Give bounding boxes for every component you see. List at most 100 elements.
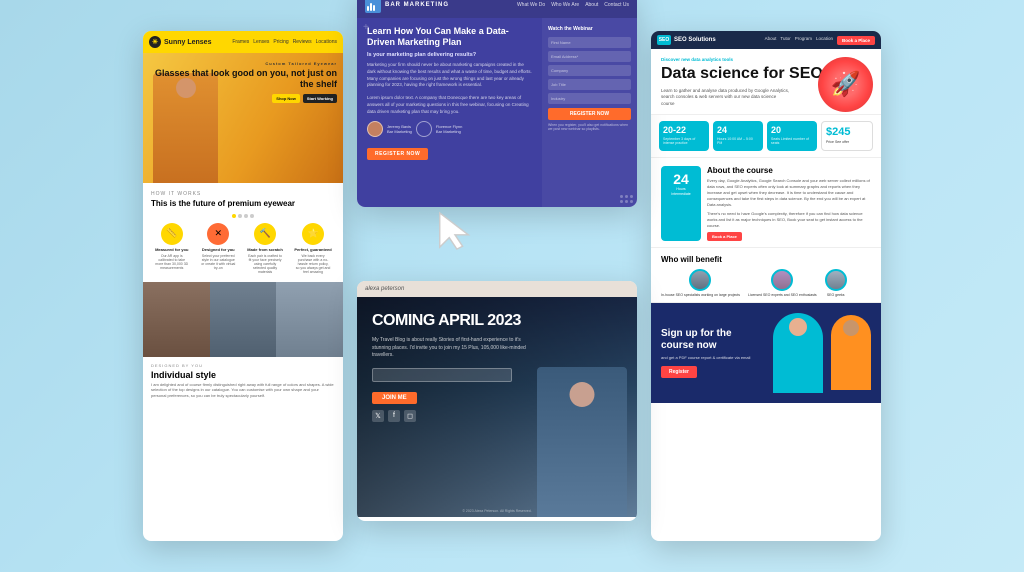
p4-logo-text: SEO Solutions (674, 37, 716, 43)
cursor-icon (437, 211, 472, 251)
p4-about-text: About the course Every day, Google Analy… (707, 166, 871, 241)
p3-headline: COMING APRIL 2023 (372, 312, 622, 330)
p2-nav-who[interactable]: Who We Are (551, 2, 579, 8)
p2-logo-text: BAR MARKETING (385, 2, 449, 8)
p1-start-btn[interactable]: Start Working (303, 94, 337, 103)
p1-photo-1 (143, 282, 210, 357)
p4-benefit-label-3: SEO geeks (827, 293, 845, 297)
cursor-gap (357, 207, 637, 221)
p1-nav-frames[interactable]: Frames (232, 39, 249, 45)
p4-nav-program[interactable]: Program (795, 36, 812, 45)
p4-nav-tutor[interactable]: Tutor (780, 36, 790, 45)
p4-about-unit: Hours (667, 187, 695, 191)
p4-stat-hours-value: 24 (717, 126, 759, 135)
p4-signup-person1 (773, 313, 823, 393)
p2-dot-deco-4 (620, 200, 623, 203)
p2-field-company[interactable]: Company (548, 65, 631, 76)
p2-headline: Learn How You Can Make a Data-Driven Mar… (367, 26, 532, 49)
p3-join-btn[interactable]: JOIN ME (372, 392, 417, 404)
p4-logo: SEO SEO Solutions (657, 35, 716, 45)
p4-nav-about[interactable]: About (765, 36, 777, 45)
p4-rocket-icon: 🚀 (818, 57, 873, 112)
p4-about-title: About the course (707, 166, 871, 175)
p2-submit-btn[interactable]: REGISTER NOW (548, 108, 631, 120)
p2-speaker1-title: Bar Marketing (387, 129, 412, 134)
p1-individual-text: I am delighted and of course firmly dist… (151, 382, 335, 399)
p4-stat-seats: 20 Seats Limited number of seats (767, 121, 817, 151)
p3-body: COMING APRIL 2023 My Travel Blog is abou… (357, 297, 637, 517)
p2-field-email[interactable]: Email Address* (548, 51, 631, 62)
p1-nav-lenses[interactable]: Lenses (253, 39, 269, 45)
p1-header: ☀ Sunny Lenses Frames Lenses Pricing Rev… (143, 31, 343, 53)
p2-field-firstname[interactable]: First Name (548, 37, 631, 48)
p4-nav-book-btn[interactable]: Book a Place (837, 36, 875, 45)
p3-author: alexa peterson (365, 286, 404, 292)
p1-made-icon: 🔨 (254, 223, 276, 245)
p1-nav-pricing[interactable]: Pricing (273, 39, 288, 45)
p4-benefit-avatar-1 (689, 269, 711, 291)
p1-measured-desc: Our AR app is calibrated to take more th… (154, 254, 189, 270)
p4-benefit-items: In-house SEO specialists working on larg… (661, 269, 871, 297)
p4-stats: 20-22 September 3 days of intense practi… (651, 115, 881, 158)
p2-speaker2-avatar (416, 121, 432, 137)
p1-nav-reviews[interactable]: Reviews (293, 39, 312, 45)
p2-nav-about[interactable]: About (585, 2, 598, 8)
p4-signup-person2 (831, 315, 871, 390)
p1-howitworks-label: HOW IT WORKS (151, 191, 335, 197)
p1-dot-4 (250, 214, 254, 218)
p1-designed-by: DESIGNED BY YOU (151, 363, 335, 368)
p4-person2-body (831, 315, 871, 390)
p4-signup-title: Sign up for the course now (661, 328, 765, 352)
p2-field-industry[interactable]: Industry (548, 93, 631, 104)
p4-stat-price-label: Price See offer (826, 140, 868, 145)
p2-nav-what[interactable]: What We Do (517, 2, 545, 8)
p4-about: 24 Hours Intermediate About the course E… (651, 158, 881, 248)
panel-bar-marketing: BAR MARKETING What We Do Who We Are Abou… (357, 0, 637, 207)
p4-signup-btn[interactable]: Register (661, 366, 697, 378)
p2-plus-deco: + (363, 22, 369, 33)
p3-footer: © 2023 Alexa Peterson. All Rights Reserv… (357, 509, 637, 513)
panel-sunny-lenses: ☀ Sunny Lenses Frames Lenses Pricing Rev… (143, 31, 343, 541)
p1-made-label: Made from scratch (247, 247, 283, 252)
p3-email-input[interactable] (372, 368, 512, 382)
p2-speaker1-avatar (367, 121, 383, 137)
p2-dot-deco-3 (630, 195, 633, 198)
p1-howitworks-section: HOW IT WORKS This is the future of premi… (143, 183, 343, 282)
p4-person2-head (843, 320, 859, 336)
p2-body-text: Marketing your firm should never be abou… (367, 62, 532, 89)
p2-nav-contact[interactable]: Contact Us (604, 2, 629, 8)
p3-facebook-icon[interactable]: f (388, 410, 400, 422)
p4-stat-price: $245 Price See offer (821, 121, 873, 151)
mid-stack: BAR MARKETING What We Do Who We Are Abou… (357, 52, 637, 521)
p2-speaker2-title: Bar Marketing (436, 129, 462, 134)
p4-benefit-item-2: Licensed SEO experts and SEO enthusiasts (748, 269, 817, 297)
p1-icons-row: 📏 Measured for you Our AR app is calibra… (151, 223, 335, 274)
p1-individual-title: Individual style (151, 370, 335, 380)
p1-shop-btn[interactable]: Shop Now (272, 94, 300, 103)
p1-designed-icon: ✕ (207, 223, 229, 245)
p1-designed-label: Designed for you (202, 247, 235, 252)
p1-dot-3 (244, 214, 248, 218)
p2-watch-label: Watch the Webinar (548, 26, 631, 32)
p1-individual: DESIGNED BY YOU Individual style I am de… (143, 357, 343, 405)
p4-nav-location[interactable]: Location (816, 36, 833, 45)
p1-measured-label: Measured for you (155, 247, 188, 252)
p4-about-book-btn[interactable]: Book a Place (707, 232, 742, 241)
panel-coming-april: alexa peterson COMING APRIL 2023 My Trav… (357, 281, 637, 521)
p4-benefit-avatar-3 (825, 269, 847, 291)
p2-field-jobtitle[interactable]: Job Title (548, 79, 631, 90)
p1-nav-locations[interactable]: Locations (316, 39, 337, 45)
p4-nav: About Tutor Program Location Book a Plac… (765, 36, 875, 45)
p3-twitter-icon[interactable]: 𝕏 (372, 410, 384, 422)
p2-subtitle: Is your marketing plan delivering result… (367, 52, 532, 58)
p1-dots (151, 214, 335, 218)
p4-signup-sub: and get a PDF course report & certificat… (661, 355, 765, 361)
p1-icon-designed: ✕ Designed for you Select your preferred… (201, 223, 236, 274)
p4-description: Learn to gather and analyse data produce… (661, 88, 791, 108)
p2-register-btn[interactable]: REGISTER NOW (367, 148, 428, 160)
p3-instagram-icon[interactable]: ◻ (404, 410, 416, 422)
p1-perfect-icon: ⭐ (302, 223, 324, 245)
p2-left: + Learn How You Can Make a Data-Driven M… (357, 18, 542, 207)
p2-body: + Learn How You Can Make a Data-Driven M… (357, 18, 637, 207)
p1-photos (143, 282, 343, 357)
